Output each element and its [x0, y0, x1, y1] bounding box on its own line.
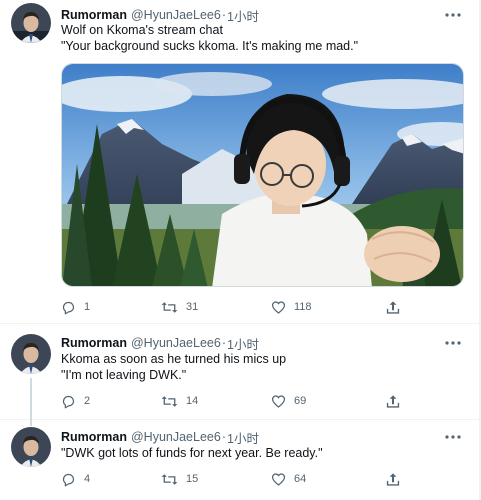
reply-icon [62, 395, 75, 408]
user-handle[interactable]: @HyunJaeLee6 [131, 336, 221, 350]
share-icon [386, 472, 400, 486]
reply-icon [62, 301, 75, 314]
like-count: 118 [294, 301, 312, 313]
retweet-button[interactable]: 15 [161, 470, 198, 488]
reply-count: 4 [84, 473, 91, 485]
thread-connector-line [30, 420, 32, 426]
tweet-text-line: Kkoma as soon as he turned his mics up [61, 352, 287, 366]
share-button[interactable] [386, 298, 408, 316]
tweet-text-line: "Your background sucks kkoma. It's makin… [61, 39, 359, 53]
thread-connector-line [30, 378, 32, 420]
tweet-header: Rumorman @HyunJaeLee6 · 1小时 [61, 428, 259, 446]
share-button[interactable] [386, 392, 408, 410]
heart-icon [271, 395, 286, 408]
like-count: 69 [294, 395, 307, 407]
display-name[interactable]: Rumorman [61, 8, 127, 22]
retweet-icon [161, 395, 178, 407]
tweet-media-image[interactable] [61, 63, 464, 287]
retweet-icon [161, 301, 178, 313]
like-button[interactable]: 118 [271, 298, 312, 316]
retweet-count: 14 [186, 395, 199, 407]
share-icon [386, 394, 400, 408]
heart-icon [271, 301, 286, 314]
reply-count: 2 [84, 395, 91, 407]
retweet-icon [161, 473, 178, 485]
heart-icon [271, 473, 286, 486]
more-icon[interactable] [443, 430, 463, 444]
avatar[interactable] [11, 427, 51, 467]
user-handle[interactable]: @HyunJaeLee6 [131, 8, 221, 22]
display-name[interactable]: Rumorman [61, 336, 127, 350]
tweet[interactable]: Rumorman @HyunJaeLee6 · 1小时 Wolf on Kkom… [0, 0, 479, 324]
retweet-button[interactable]: 14 [161, 392, 198, 410]
display-name[interactable]: Rumorman [61, 430, 127, 444]
tweet-text-line: "I'm not leaving DWK." [61, 368, 187, 382]
retweet-count: 15 [186, 473, 199, 485]
retweet-count: 31 [186, 301, 199, 313]
timestamp[interactable]: 1小时 [227, 6, 259, 25]
more-icon[interactable] [443, 336, 463, 350]
reply-button[interactable]: 1 [61, 298, 90, 316]
tweet[interactable]: Rumorman @HyunJaeLee6 · 1小时 "DWK got lot… [0, 420, 479, 500]
separator-dot: · [221, 430, 226, 444]
retweet-button[interactable]: 31 [161, 298, 198, 316]
share-icon [386, 300, 400, 314]
tweet-text-line: "DWK got lots of funds for next year. Be… [61, 446, 323, 460]
more-icon[interactable] [443, 8, 463, 22]
reply-count: 1 [84, 301, 91, 313]
reply-button[interactable]: 2 [61, 392, 90, 410]
reply-button[interactable]: 4 [61, 470, 90, 488]
like-button[interactable]: 64 [271, 470, 306, 488]
tweet-actions: 4 15 64 [61, 470, 461, 488]
tweet[interactable]: Rumorman @HyunJaeLee6 · 1小时 Kkoma as soo… [0, 324, 479, 420]
separator-dot: · [221, 8, 226, 22]
separator-dot: · [221, 336, 226, 350]
tweet-actions: 2 14 69 [61, 392, 461, 410]
tweet-text-line: Wolf on Kkoma's stream chat [61, 23, 223, 37]
like-count: 64 [294, 473, 307, 485]
reply-icon [62, 473, 75, 486]
timestamp[interactable]: 1小时 [227, 428, 259, 447]
user-handle[interactable]: @HyunJaeLee6 [131, 430, 221, 444]
share-button[interactable] [386, 470, 408, 488]
tweet-actions: 1 31 118 [61, 298, 461, 316]
timestamp[interactable]: 1小时 [227, 334, 259, 353]
avatar[interactable] [11, 3, 51, 43]
avatar[interactable] [11, 334, 51, 374]
like-button[interactable]: 69 [271, 392, 306, 410]
tweet-header: Rumorman @HyunJaeLee6 · 1小时 [61, 334, 259, 352]
